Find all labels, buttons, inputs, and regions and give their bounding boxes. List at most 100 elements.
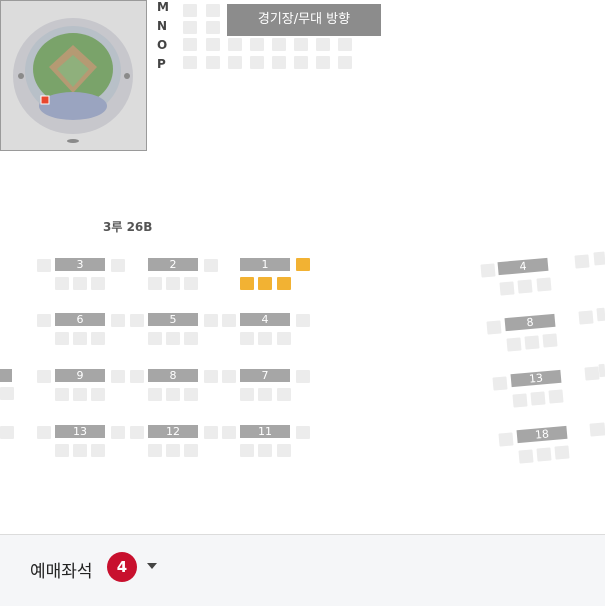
seat[interactable] xyxy=(0,426,14,439)
seat[interactable] xyxy=(148,332,162,345)
seat[interactable] xyxy=(184,444,198,457)
seat[interactable] xyxy=(296,370,310,383)
seat[interactable] xyxy=(316,38,330,51)
seat[interactable] xyxy=(578,310,594,325)
seat[interactable] xyxy=(593,251,605,266)
seat[interactable] xyxy=(512,393,528,408)
seat[interactable] xyxy=(73,444,87,457)
seat[interactable] xyxy=(184,332,198,345)
seat[interactable] xyxy=(222,370,236,383)
seat[interactable] xyxy=(277,444,291,457)
seat[interactable] xyxy=(148,444,162,457)
seat[interactable] xyxy=(480,263,496,278)
seat[interactable] xyxy=(183,21,197,34)
seat[interactable] xyxy=(272,38,286,51)
seat[interactable] xyxy=(91,332,105,345)
seat[interactable] xyxy=(486,320,502,335)
seat[interactable] xyxy=(111,314,125,327)
seat[interactable] xyxy=(204,426,218,439)
seat[interactable] xyxy=(499,281,515,296)
seat[interactable] xyxy=(166,277,180,290)
seat[interactable] xyxy=(492,376,508,391)
seat[interactable] xyxy=(183,56,197,69)
seat[interactable] xyxy=(184,388,198,401)
selected-seat[interactable] xyxy=(258,277,272,290)
seat[interactable] xyxy=(73,388,87,401)
seat[interactable] xyxy=(240,388,254,401)
seat[interactable] xyxy=(250,56,264,69)
seat[interactable] xyxy=(548,389,564,404)
seat[interactable] xyxy=(183,38,197,51)
seat[interactable] xyxy=(0,387,14,400)
seat[interactable] xyxy=(258,444,272,457)
seat[interactable] xyxy=(294,38,308,51)
seat[interactable] xyxy=(316,56,330,69)
seat[interactable] xyxy=(130,314,144,327)
seat[interactable] xyxy=(222,314,236,327)
seat[interactable] xyxy=(55,277,69,290)
selected-seat[interactable] xyxy=(277,277,291,290)
seat[interactable] xyxy=(55,444,69,457)
seat[interactable] xyxy=(517,279,533,294)
seat[interactable] xyxy=(206,56,220,69)
seat[interactable] xyxy=(206,21,220,34)
seat[interactable] xyxy=(240,444,254,457)
seat[interactable] xyxy=(184,277,198,290)
seat[interactable] xyxy=(258,388,272,401)
seat[interactable] xyxy=(294,56,308,69)
seat[interactable] xyxy=(228,56,242,69)
seat[interactable] xyxy=(206,38,220,51)
seat[interactable] xyxy=(166,332,180,345)
seat[interactable] xyxy=(204,314,218,327)
seat[interactable] xyxy=(111,259,125,272)
seat[interactable] xyxy=(240,332,254,345)
seat[interactable] xyxy=(524,335,540,350)
seat[interactable] xyxy=(55,388,69,401)
seat[interactable] xyxy=(228,38,242,51)
seat[interactable] xyxy=(111,426,125,439)
seat[interactable] xyxy=(148,277,162,290)
seat[interactable] xyxy=(338,38,352,51)
seat[interactable] xyxy=(91,277,105,290)
seat[interactable] xyxy=(498,432,514,447)
seat[interactable] xyxy=(530,391,546,406)
seat[interactable] xyxy=(296,314,310,327)
seat[interactable] xyxy=(166,388,180,401)
selected-seat[interactable] xyxy=(296,258,310,271)
seat[interactable] xyxy=(277,332,291,345)
seat[interactable] xyxy=(296,426,310,439)
seat[interactable] xyxy=(183,4,197,17)
seat[interactable] xyxy=(277,388,291,401)
stadium-minimap[interactable] xyxy=(0,0,147,151)
seat[interactable] xyxy=(111,370,125,383)
seat[interactable] xyxy=(589,422,605,437)
seat[interactable] xyxy=(206,4,220,17)
seat[interactable] xyxy=(536,277,552,292)
seat[interactable] xyxy=(55,332,69,345)
chevron-down-icon[interactable] xyxy=(147,563,157,569)
seat[interactable] xyxy=(73,332,87,345)
seat[interactable] xyxy=(222,426,236,439)
seat[interactable] xyxy=(37,426,51,439)
seat[interactable] xyxy=(574,254,590,269)
selected-seat[interactable] xyxy=(240,277,254,290)
seat[interactable] xyxy=(73,277,87,290)
seat[interactable] xyxy=(91,444,105,457)
seat[interactable] xyxy=(598,363,605,378)
seat[interactable] xyxy=(130,370,144,383)
seat[interactable] xyxy=(37,259,51,272)
seat[interactable] xyxy=(518,449,534,464)
seat[interactable] xyxy=(166,444,180,457)
seat[interactable] xyxy=(130,426,144,439)
seat[interactable] xyxy=(204,370,218,383)
seat[interactable] xyxy=(204,259,218,272)
seat[interactable] xyxy=(554,445,570,460)
seat[interactable] xyxy=(250,38,264,51)
seat[interactable] xyxy=(338,56,352,69)
seat[interactable] xyxy=(258,332,272,345)
seat[interactable] xyxy=(148,388,162,401)
seat[interactable] xyxy=(91,388,105,401)
seat[interactable] xyxy=(37,370,51,383)
seat[interactable] xyxy=(37,314,51,327)
seat[interactable] xyxy=(536,447,552,462)
